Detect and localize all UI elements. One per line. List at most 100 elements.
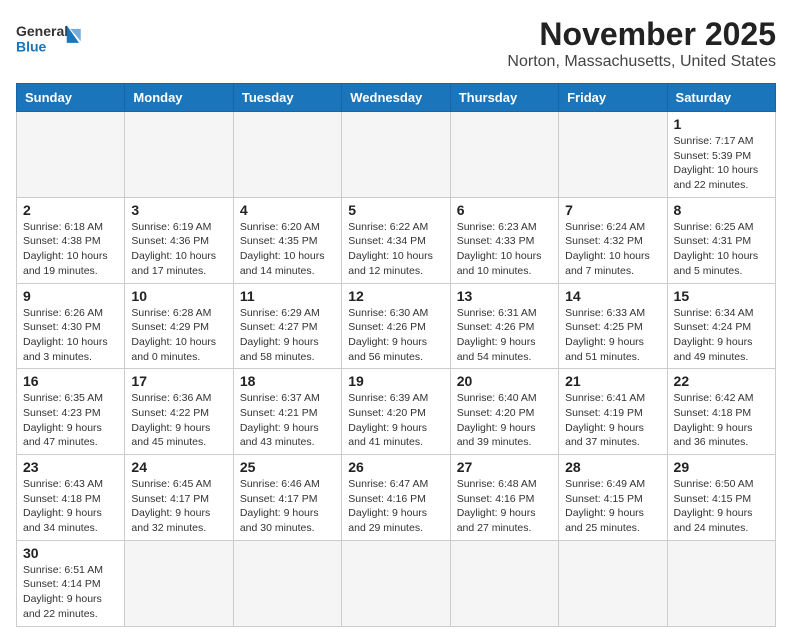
day-info: Sunrise: 6:36 AM Sunset: 4:22 PM Dayligh… (131, 391, 226, 450)
day-number: 1 (674, 116, 769, 132)
calendar-cell (342, 540, 450, 626)
day-number: 22 (674, 373, 769, 389)
calendar-cell: 30Sunrise: 6:51 AM Sunset: 4:14 PM Dayli… (17, 540, 125, 626)
weekday-header-row: SundayMondayTuesdayWednesdayThursdayFrid… (17, 84, 776, 112)
day-number: 8 (674, 202, 769, 218)
day-number: 24 (131, 459, 226, 475)
calendar-cell: 18 Sunrise: 6:37 AM Sunset: 4:21 PM Dayli… (233, 369, 341, 455)
calendar-cell (450, 540, 558, 626)
day-number: 23 (23, 459, 118, 475)
day-number: 20 (457, 373, 552, 389)
calendar-cell (342, 112, 450, 198)
day-info: Sunrise: 6:23 AM Sunset: 4:33 PM Dayligh… (457, 220, 552, 279)
calendar-cell: 9 Sunrise: 6:26 AM Sunset: 4:30 PM Daylig… (17, 283, 125, 369)
calendar-cell: 2 Sunrise: 6:18 AM Sunset: 4:38 PM Daylig… (17, 197, 125, 283)
calendar-cell: 20 Sunrise: 6:40 AM Sunset: 4:20 PM Dayli… (450, 369, 558, 455)
day-info: Sunrise: 6:35 AM Sunset: 4:23 PM Dayligh… (23, 391, 118, 450)
day-number: 4 (240, 202, 335, 218)
day-number: 2 (23, 202, 118, 218)
svg-text:Blue: Blue (16, 39, 47, 55)
day-info: Sunrise: 6:48 AM Sunset: 4:16 PM Dayligh… (457, 477, 552, 536)
calendar-cell (233, 540, 341, 626)
calendar-cell: 22 Sunrise: 6:42 AM Sunset: 4:18 PM Dayli… (667, 369, 775, 455)
day-info: Sunrise: 6:45 AM Sunset: 4:17 PM Dayligh… (131, 477, 226, 536)
day-info: Sunrise: 6:42 AM Sunset: 4:18 PM Dayligh… (674, 391, 769, 450)
calendar-cell (125, 112, 233, 198)
calendar-cell: 27 Sunrise: 6:48 AM Sunset: 4:16 PM Dayli… (450, 455, 558, 541)
weekday-header-thursday: Thursday (450, 84, 558, 112)
calendar-cell (559, 112, 667, 198)
calendar-cell: 26 Sunrise: 6:47 AM Sunset: 4:16 PM Dayli… (342, 455, 450, 541)
day-info: Sunrise: 6:47 AM Sunset: 4:16 PM Dayligh… (348, 477, 443, 536)
calendar-cell: 1 Sunrise: 7:17 AM Sunset: 5:39 PM Daylig… (667, 112, 775, 198)
page-header: General Blue November 2025 Norton, Massa… (16, 16, 776, 71)
day-info: Sunrise: 6:26 AM Sunset: 4:30 PM Dayligh… (23, 306, 118, 365)
day-number: 15 (674, 288, 769, 304)
calendar-cell (125, 540, 233, 626)
day-info: Sunrise: 6:39 AM Sunset: 4:20 PM Dayligh… (348, 391, 443, 450)
day-info: Sunrise: 6:37 AM Sunset: 4:21 PM Dayligh… (240, 391, 335, 450)
calendar-cell: 17Sunrise: 6:36 AM Sunset: 4:22 PM Dayli… (125, 369, 233, 455)
day-number: 5 (348, 202, 443, 218)
day-info: Sunrise: 6:20 AM Sunset: 4:35 PM Dayligh… (240, 220, 335, 279)
day-info: Sunrise: 6:24 AM Sunset: 4:32 PM Dayligh… (565, 220, 660, 279)
calendar-cell: 19 Sunrise: 6:39 AM Sunset: 4:20 PM Dayli… (342, 369, 450, 455)
day-info: Sunrise: 6:34 AM Sunset: 4:24 PM Dayligh… (674, 306, 769, 365)
day-info: Sunrise: 7:17 AM Sunset: 5:39 PM Dayligh… (674, 134, 769, 193)
calendar-week-row: 9 Sunrise: 6:26 AM Sunset: 4:30 PM Daylig… (17, 283, 776, 369)
day-info: Sunrise: 6:46 AM Sunset: 4:17 PM Dayligh… (240, 477, 335, 536)
day-number: 10 (131, 288, 226, 304)
day-info: Sunrise: 6:50 AM Sunset: 4:15 PM Dayligh… (674, 477, 769, 536)
day-number: 9 (23, 288, 118, 304)
calendar-cell: 23Sunrise: 6:43 AM Sunset: 4:18 PM Dayli… (17, 455, 125, 541)
day-number: 7 (565, 202, 660, 218)
logo-icon: General Blue (16, 16, 86, 61)
day-number: 11 (240, 288, 335, 304)
day-number: 29 (674, 459, 769, 475)
calendar-cell: 24 Sunrise: 6:45 AM Sunset: 4:17 PM Dayli… (125, 455, 233, 541)
day-info: Sunrise: 6:51 AM Sunset: 4:14 PM Dayligh… (23, 563, 118, 622)
calendar-cell (17, 112, 125, 198)
calendar-week-row: 23Sunrise: 6:43 AM Sunset: 4:18 PM Dayli… (17, 455, 776, 541)
title-area: November 2025 Norton, Massachusetts, Uni… (507, 16, 776, 71)
day-number: 25 (240, 459, 335, 475)
calendar-cell: 4 Sunrise: 6:20 AM Sunset: 4:35 PM Daylig… (233, 197, 341, 283)
calendar-cell: 16Sunrise: 6:35 AM Sunset: 4:23 PM Dayli… (17, 369, 125, 455)
day-number: 14 (565, 288, 660, 304)
calendar-cell: 12 Sunrise: 6:30 AM Sunset: 4:26 PM Dayli… (342, 283, 450, 369)
svg-text:General: General (16, 23, 68, 39)
calendar-cell: 3Sunrise: 6:19 AM Sunset: 4:36 PM Daylig… (125, 197, 233, 283)
calendar-cell: 29 Sunrise: 6:50 AM Sunset: 4:15 PM Dayli… (667, 455, 775, 541)
day-number: 26 (348, 459, 443, 475)
calendar-week-row: 30Sunrise: 6:51 AM Sunset: 4:14 PM Dayli… (17, 540, 776, 626)
calendar-cell: 11Sunrise: 6:29 AM Sunset: 4:27 PM Dayli… (233, 283, 341, 369)
day-info: Sunrise: 6:30 AM Sunset: 4:26 PM Dayligh… (348, 306, 443, 365)
day-info: Sunrise: 6:49 AM Sunset: 4:15 PM Dayligh… (565, 477, 660, 536)
calendar-cell: 28 Sunrise: 6:49 AM Sunset: 4:15 PM Dayli… (559, 455, 667, 541)
weekday-header-monday: Monday (125, 84, 233, 112)
day-number: 19 (348, 373, 443, 389)
day-info: Sunrise: 6:33 AM Sunset: 4:25 PM Dayligh… (565, 306, 660, 365)
day-info: Sunrise: 6:19 AM Sunset: 4:36 PM Dayligh… (131, 220, 226, 279)
calendar-cell: 15 Sunrise: 6:34 AM Sunset: 4:24 PM Dayli… (667, 283, 775, 369)
weekday-header-tuesday: Tuesday (233, 84, 341, 112)
calendar-cell: 5 Sunrise: 6:22 AM Sunset: 4:34 PM Daylig… (342, 197, 450, 283)
calendar-cell: 6Sunrise: 6:23 AM Sunset: 4:33 PM Daylig… (450, 197, 558, 283)
location-title: Norton, Massachusetts, United States (507, 53, 776, 71)
calendar-table: SundayMondayTuesdayWednesdayThursdayFrid… (16, 83, 776, 627)
calendar-cell: 13Sunrise: 6:31 AM Sunset: 4:26 PM Dayli… (450, 283, 558, 369)
day-number: 12 (348, 288, 443, 304)
calendar-cell (233, 112, 341, 198)
day-number: 18 (240, 373, 335, 389)
calendar-cell: 7 Sunrise: 6:24 AM Sunset: 4:32 PM Daylig… (559, 197, 667, 283)
day-info: Sunrise: 6:31 AM Sunset: 4:26 PM Dayligh… (457, 306, 552, 365)
day-info: Sunrise: 6:22 AM Sunset: 4:34 PM Dayligh… (348, 220, 443, 279)
day-number: 28 (565, 459, 660, 475)
calendar-cell: 21Sunrise: 6:41 AM Sunset: 4:19 PM Dayli… (559, 369, 667, 455)
calendar-week-row: 1 Sunrise: 7:17 AM Sunset: 5:39 PM Daylig… (17, 112, 776, 198)
logo: General Blue (16, 16, 86, 61)
calendar-cell (450, 112, 558, 198)
day-info: Sunrise: 6:18 AM Sunset: 4:38 PM Dayligh… (23, 220, 118, 279)
day-number: 27 (457, 459, 552, 475)
day-info: Sunrise: 6:40 AM Sunset: 4:20 PM Dayligh… (457, 391, 552, 450)
